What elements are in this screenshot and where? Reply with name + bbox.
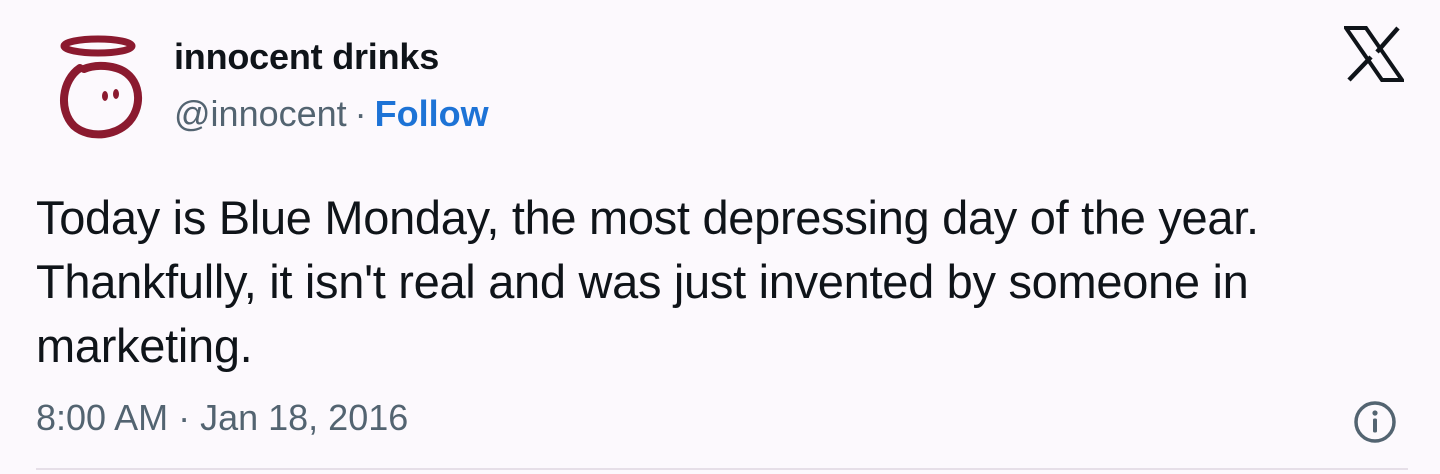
- author-handle-row: @innocent · Follow: [174, 93, 489, 135]
- timestamp-separator: ·: [178, 397, 191, 438]
- divider: [36, 468, 1408, 470]
- avatar[interactable]: [50, 32, 150, 142]
- follow-button[interactable]: Follow: [375, 93, 489, 134]
- x-logo-icon[interactable]: [1344, 26, 1404, 82]
- tweet-embed-card: innocent drinks @innocent · Follow Today i…: [0, 0, 1440, 474]
- innocent-logo-icon: [59, 35, 143, 139]
- handle-separator: ·: [354, 93, 367, 134]
- tweet-time: 8:00 AM: [36, 397, 169, 438]
- tweet-text: Today is Blue Monday, the most depressin…: [36, 191, 1259, 372]
- author-handle[interactable]: @innocent: [174, 93, 347, 134]
- info-icon[interactable]: [1352, 399, 1398, 445]
- tweet-timestamp[interactable]: 8:00 AM · Jan 18, 2016: [36, 397, 408, 439]
- tweet-date: Jan 18, 2016: [200, 397, 409, 438]
- author-name[interactable]: innocent drinks: [174, 36, 439, 78]
